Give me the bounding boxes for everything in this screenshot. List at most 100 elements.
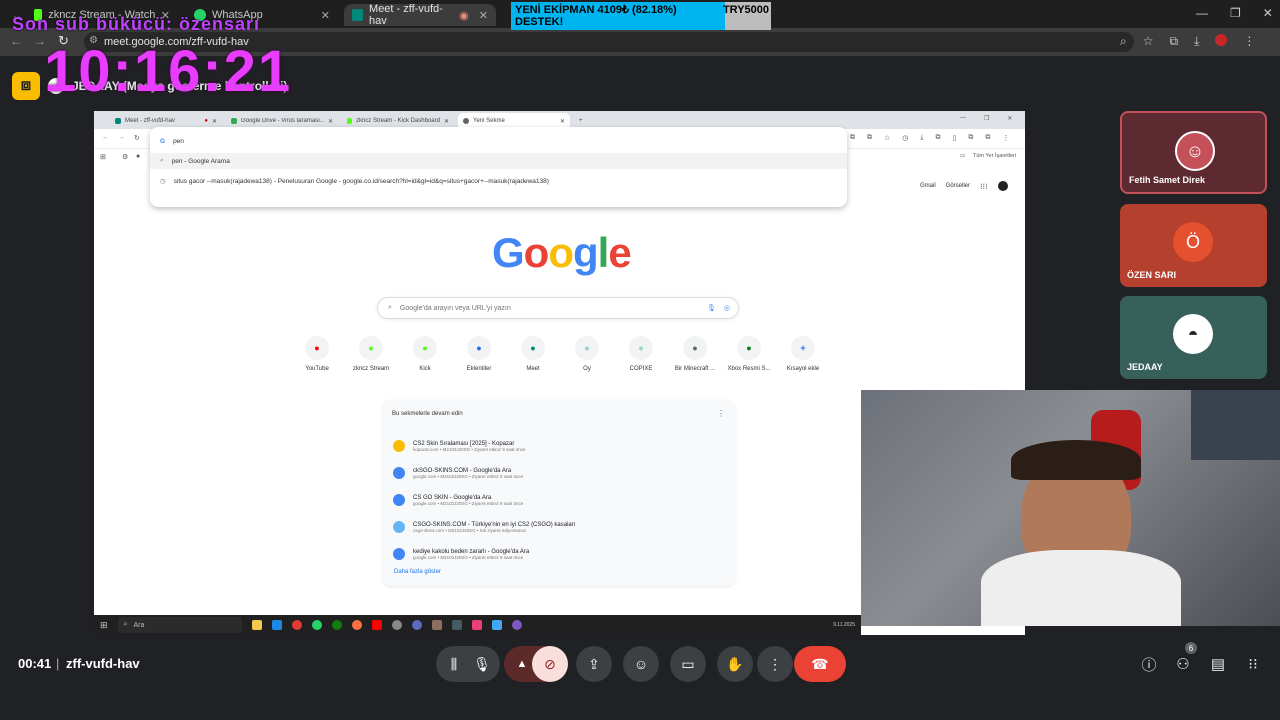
close-icon: ✕ bbox=[443, 118, 449, 125]
apps-icon: ⊞ bbox=[100, 154, 106, 161]
gmail-link: Gmail bbox=[920, 183, 936, 189]
continue-tab-item: CS2 Skin Sıralaması [2025] - Kopazar kopa… bbox=[393, 434, 723, 458]
close-icon[interactable]: ✕ bbox=[479, 9, 488, 22]
hair bbox=[1011, 440, 1141, 480]
shortcut-tile: ● YouTube bbox=[290, 336, 344, 386]
participant-tile[interactable]: ☺ Fetih Samet Direk bbox=[1120, 111, 1267, 194]
opera-icon bbox=[291, 620, 302, 630]
shirt bbox=[981, 550, 1181, 626]
site-favicon-icon bbox=[393, 467, 405, 479]
window bbox=[1191, 390, 1280, 460]
participant-count-badge: 6 bbox=[1185, 642, 1197, 654]
people-icon[interactable]: ⚇ bbox=[1171, 654, 1195, 674]
bookmark-star-icon[interactable]: ☆ bbox=[1143, 34, 1154, 49]
zoom-icon[interactable]: ⌕ bbox=[1120, 34, 1127, 49]
continue-item-title: CS2 Skin Sıralaması [2025] - Kopazar bbox=[413, 440, 515, 447]
google-g-icon: G bbox=[160, 137, 166, 145]
images-link: Görseller bbox=[945, 183, 971, 189]
participant-name: Fetih Samet Direk bbox=[1129, 175, 1206, 185]
close-window-icon[interactable]: ✕ bbox=[1263, 6, 1273, 20]
profile-avatar[interactable] bbox=[1215, 34, 1228, 46]
extensions-icon[interactable]: ⧉ bbox=[1170, 34, 1179, 49]
chrome-icon bbox=[391, 620, 402, 630]
restore-icon[interactable]: ❐ bbox=[1230, 6, 1241, 20]
meet-icon bbox=[115, 118, 121, 124]
continue-tab-item: CSGO-SKINS.COM - Türkiye'nin en iyi CS2 … bbox=[393, 515, 723, 539]
xbox-icon bbox=[331, 620, 342, 630]
leave-call-button[interactable]: ☎ bbox=[794, 646, 846, 682]
extension-icon: ⧉ bbox=[935, 134, 941, 141]
shortcut-icon: ● bbox=[629, 336, 653, 360]
site-favicon-icon bbox=[393, 548, 405, 560]
browser-tab-active[interactable]: Meet - zff-vufd-hav ◉ ✕ bbox=[344, 3, 496, 27]
google-logo-letter: G bbox=[492, 229, 525, 276]
app-icon bbox=[471, 620, 482, 630]
info-icon[interactable]: ⓘ bbox=[1137, 654, 1161, 674]
app-icon bbox=[431, 620, 442, 630]
participant-tile[interactable]: ◓ JEDAAY bbox=[1120, 296, 1267, 379]
shortcut-icon: ● bbox=[737, 336, 761, 360]
shortcut-tile: ● Xbox Resmi S... bbox=[722, 336, 776, 386]
captions-button[interactable]: ▭ bbox=[670, 646, 706, 682]
steam-icon bbox=[271, 620, 282, 630]
meeting-time: 00:41 bbox=[18, 656, 52, 671]
camera-off-button[interactable]: ⊘ bbox=[532, 646, 568, 682]
donation-goal-bar: YENİ EKİPMAN 4109₺ (82.18%) DESTEK! TRY5… bbox=[511, 2, 771, 30]
extension-icon: ⧉ bbox=[850, 134, 855, 141]
shortcut-icon: ● bbox=[683, 336, 707, 360]
omnibox-suggestion: ◷ situs gacor --masuk(rajadewa138) - Pen… bbox=[160, 177, 549, 186]
google-logo: Google bbox=[492, 229, 632, 277]
shortcut-label: Kısayol ekle bbox=[786, 366, 820, 372]
more-options-button[interactable]: ⋮ bbox=[757, 646, 793, 682]
close-icon: ✕ bbox=[211, 118, 217, 125]
download-icon[interactable]: ⤓ bbox=[1194, 34, 1199, 49]
windows-taskbar: ⊞ ⌕ Ara 9.11.2025 bbox=[94, 615, 861, 635]
lens-icon: ◎ bbox=[723, 305, 730, 312]
google-logo-letter: l bbox=[597, 229, 610, 276]
participant-name: JEDAAY bbox=[1127, 362, 1163, 372]
forward-icon: → bbox=[118, 134, 125, 141]
google-logo-letter: o bbox=[523, 229, 550, 276]
present-screen-button[interactable]: ⇪ bbox=[576, 646, 612, 682]
shortcut-label: Kick bbox=[419, 366, 431, 372]
shortcut-icon: ● bbox=[413, 336, 437, 360]
search-icon: ⌕ bbox=[388, 304, 392, 311]
continue-tabs-card: Bu sekmelerle devam edin ⋮ CS2 Skin Sıra… bbox=[383, 400, 735, 586]
bookmark-icon: ● bbox=[136, 153, 141, 160]
mic-button[interactable]: 🎙 bbox=[464, 646, 500, 682]
kick-icon bbox=[347, 118, 352, 124]
all-bookmarks: Tüm Yer İşaretleri bbox=[973, 153, 1017, 159]
search-icon: ⌕ bbox=[123, 621, 128, 628]
back-icon[interactable]: ← bbox=[10, 34, 22, 48]
extension-icon: ⧉ bbox=[867, 134, 872, 141]
shortcut-icon: ● bbox=[305, 336, 329, 360]
omnibox-suggestion: ⌕ pen - Google Arama bbox=[150, 153, 847, 169]
menu-icon: ⋮ bbox=[1002, 135, 1010, 142]
continue-item-title: ckSGO-SKINS.COM - Google'da Ara bbox=[413, 467, 512, 474]
menu-icon[interactable]: ⋮ bbox=[1243, 34, 1255, 49]
chrome-icon bbox=[463, 118, 469, 124]
activities-icon[interactable]: ⁝⁝ bbox=[1241, 654, 1265, 674]
recording-icon: ◉ bbox=[459, 9, 469, 22]
participant-tile[interactable]: Ö ÖZEN SARI bbox=[1120, 204, 1267, 287]
continue-item-subtitle: google.com • M2102J20SG • Ziyaret ettini… bbox=[413, 473, 524, 479]
google-search-box: ⌕ Google'da arayın veya URL'yi yazın 🎙 ◎ bbox=[377, 297, 739, 319]
continue-item-subtitle: kopazar.com • M2102J20SG • Ziyaret ettin… bbox=[413, 446, 526, 452]
meet-icon bbox=[352, 9, 364, 21]
close-icon[interactable]: ✕ bbox=[321, 9, 330, 22]
more-icon: ⋮ bbox=[717, 409, 725, 418]
history-icon: ◷ bbox=[160, 178, 166, 185]
omnibox-dropdown: G pen ⌕ pen - Google Arama ◷ situs gacor… bbox=[150, 127, 847, 207]
emoji-button[interactable]: ☺ bbox=[623, 646, 659, 682]
chat-icon[interactable]: ▤ bbox=[1206, 654, 1230, 674]
continue-item-subtitle: google.com • M2102J20SG • Ziyaret ettini… bbox=[413, 554, 524, 560]
minimize-icon[interactable]: — bbox=[1196, 6, 1208, 20]
continue-item-title: CSGO-SKINS.COM - Türkiye'nin en iyi CS2 … bbox=[413, 521, 576, 528]
profile-avatar bbox=[997, 181, 1008, 191]
google-logo-letter: o bbox=[548, 229, 574, 276]
firefox-icon bbox=[351, 620, 362, 630]
google-logo-letter: e bbox=[608, 229, 631, 276]
raise-hand-button[interactable]: ✋ bbox=[717, 646, 753, 682]
avatar: ◓ bbox=[1173, 314, 1213, 354]
taskbar-search: ⌕ Ara bbox=[117, 617, 242, 633]
